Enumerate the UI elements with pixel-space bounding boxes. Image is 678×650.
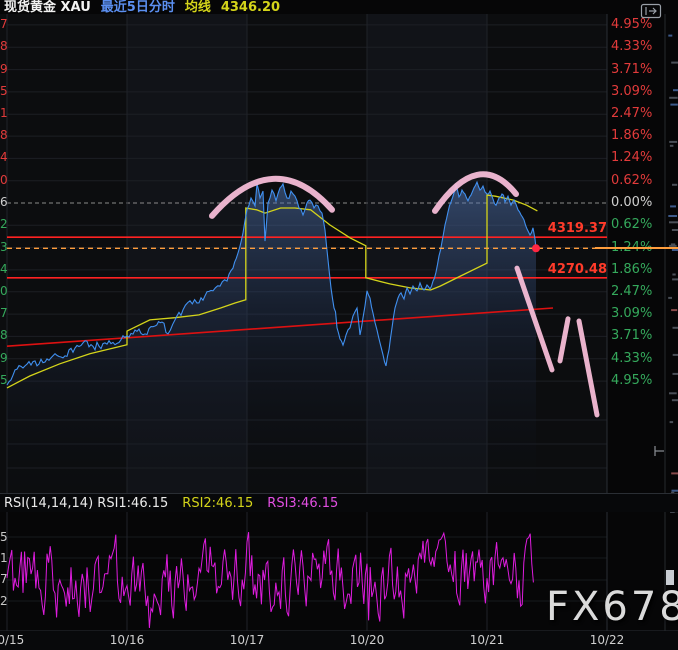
y-axis-percent-label: 1.24% xyxy=(611,150,652,165)
y-axis-left-digit: 8 xyxy=(0,128,8,143)
price-chart-canvas xyxy=(0,0,678,650)
y-axis-left-digit: 5 xyxy=(0,373,8,388)
y-axis-left-digit: 9 xyxy=(0,62,8,77)
y-axis-left-digit: 9 xyxy=(0,351,8,366)
rsi3-value: RSI3:46.15 xyxy=(267,496,338,511)
y-axis-percent-label: 0.62% xyxy=(611,173,652,188)
y-axis-left-digit: 8 xyxy=(0,39,8,54)
y-axis-left-digit: 6 xyxy=(0,195,8,210)
collapse-panel-icon[interactable] xyxy=(640,2,662,20)
rsi-axis-digit: 7 xyxy=(0,572,8,587)
price-level-label-upper: 4319.37 xyxy=(537,221,607,236)
y-axis-left-digit: 0 xyxy=(0,284,8,299)
current-price-line-right xyxy=(595,247,678,249)
price-level-label-lower: 4270.48 xyxy=(537,262,607,277)
y-axis-percent-label: 2.47% xyxy=(611,284,652,299)
chart-header: 现货黄金 XAU 最近5日分时 均线 4346.20 xyxy=(4,0,280,15)
y-axis-percent-label: 4.33% xyxy=(611,39,652,54)
rsi-axis-digit: 1 xyxy=(0,551,8,566)
y-axis-percent-label: 0.62% xyxy=(611,217,652,232)
y-axis-percent-label: 4.33% xyxy=(611,351,652,366)
y-axis-percent-label: 0.00% xyxy=(611,195,652,210)
y-axis-percent-label: 3.09% xyxy=(611,306,652,321)
ma-label: 均线 xyxy=(185,0,211,15)
y-axis-percent-label: 3.09% xyxy=(611,84,652,99)
y-axis-percent-label: 1.86% xyxy=(611,262,652,277)
symbol-name: 现货黄金 XAU xyxy=(4,0,91,15)
rsi-axis-digit: 5 xyxy=(0,530,8,545)
y-axis-left-digit: 5 xyxy=(0,84,8,99)
y-axis-left-digit: 0 xyxy=(0,173,8,188)
x-axis-strip xyxy=(0,631,678,650)
y-axis-left-digit: 3 xyxy=(0,240,8,255)
rsi2-value: RSI2:46.15 xyxy=(182,496,253,511)
y-axis-left-digit: 4 xyxy=(0,150,8,165)
y-axis-left-digit: 7 xyxy=(0,17,8,32)
panel-resize-icon[interactable] xyxy=(652,444,666,458)
ma-value: 4346.20 xyxy=(221,0,280,15)
x-axis-date-label: 10/17 xyxy=(227,633,267,648)
y-axis-left-digit: 8 xyxy=(0,328,8,343)
x-axis-date-label: 10/16 xyxy=(107,633,147,648)
x-axis-date-label: 10/22 xyxy=(587,633,627,648)
y-axis-percent-label: 3.71% xyxy=(611,328,652,343)
watermark: FX678 xyxy=(546,584,678,630)
y-axis-left-digit: 2 xyxy=(0,217,8,232)
x-axis-date-label: 10/20 xyxy=(347,633,387,648)
y-axis-percent-label: 4.95% xyxy=(611,373,652,388)
rsi1-value: RSI(14,14,14) RSI1:46.15 xyxy=(4,496,168,511)
rsi-axis-digit: 2 xyxy=(0,594,8,609)
x-axis-date-label: 10/21 xyxy=(467,633,507,648)
y-axis-left-digit: 7 xyxy=(0,306,8,321)
y-axis-percent-label: 3.71% xyxy=(611,62,652,77)
x-axis-date-label: 10/15 xyxy=(0,633,27,648)
y-axis-percent-label: 1.86% xyxy=(611,128,652,143)
y-axis-left-digit: 1 xyxy=(0,106,8,121)
rsi-header[interactable]: RSI(14,14,14) RSI1:46.15 RSI2:46.15 RSI3… xyxy=(0,493,678,512)
y-axis-left-digit: 4 xyxy=(0,262,8,277)
y-axis-percent-label: 2.47% xyxy=(611,106,652,121)
timeframe-label[interactable]: 最近5日分时 xyxy=(101,0,175,15)
